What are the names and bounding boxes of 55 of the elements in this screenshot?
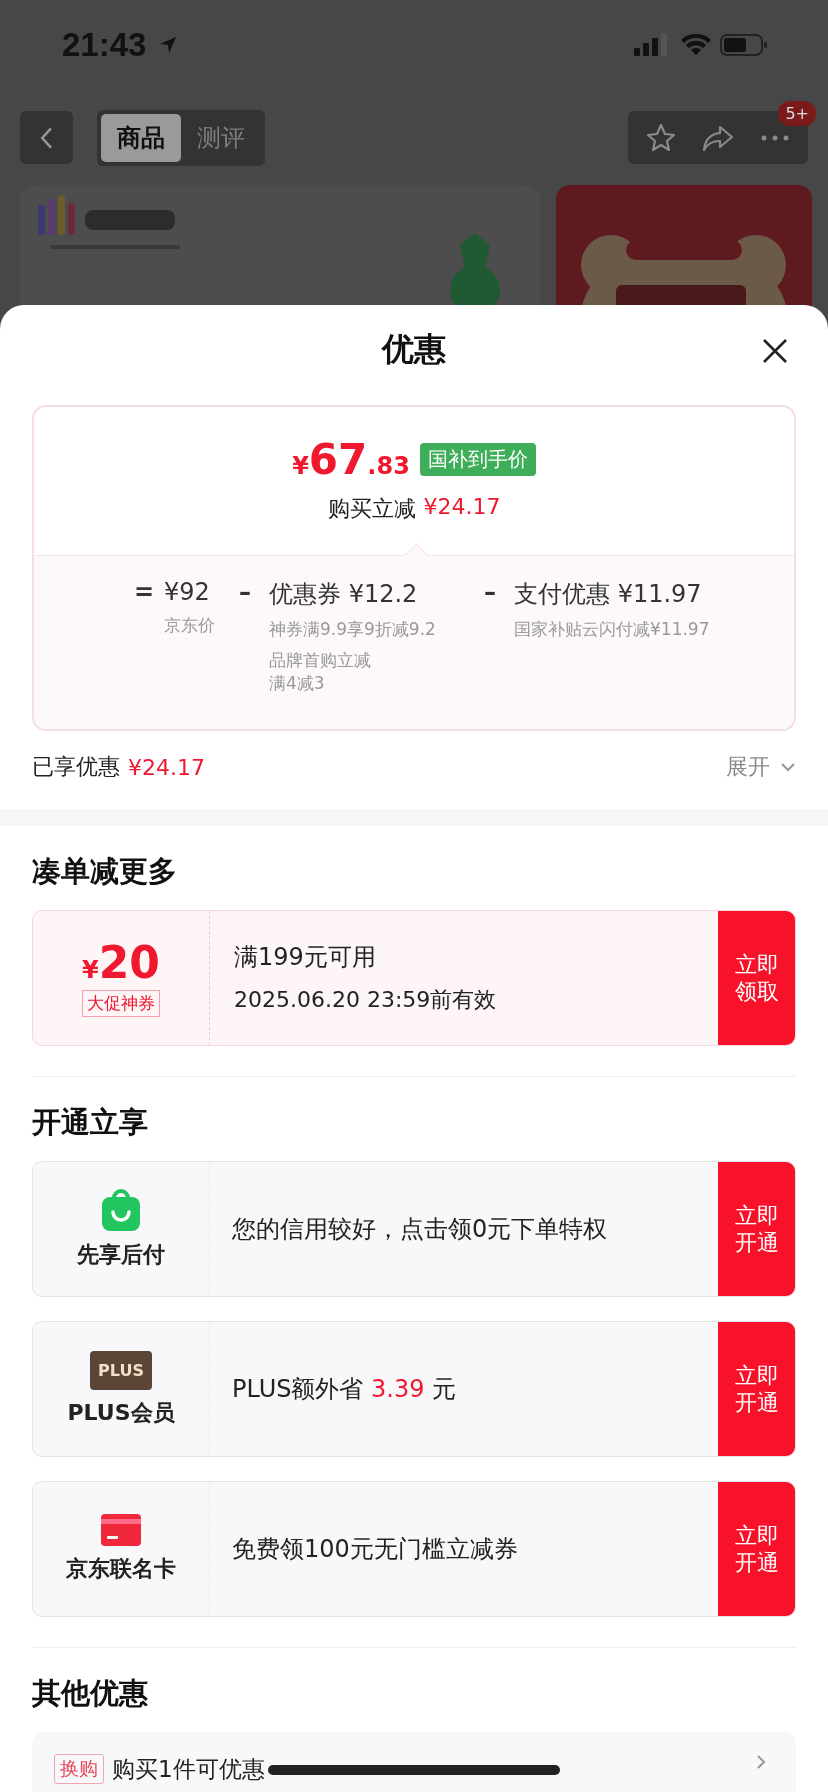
coupon-validity: 2025.06.20 23:59前有效 <box>234 986 498 1014</box>
offer-name: PLUS会员 <box>67 1398 175 1427</box>
offer-name: 京东联名卡 <box>66 1555 176 1583</box>
offer-text: 免费领100元无门槛立减券 <box>232 1534 518 1565</box>
offer-name: 先享后付 <box>77 1241 165 1269</box>
enjoyed-amount: ¥24.17 <box>128 754 205 780</box>
section-title: 开通立享 <box>31 1104 149 1141</box>
share-icon[interactable] <box>702 123 734 152</box>
notification-badge: 5+ <box>778 101 816 126</box>
saving-label: 购买立减 <box>327 495 416 523</box>
offer-description: 购买1件可优惠 <box>112 1755 265 1784</box>
tab[interactable]: 商品 <box>101 113 181 162</box>
final-price: ¥67.83 <box>292 435 410 484</box>
sheet-title: 优惠 <box>382 329 446 370</box>
plus-logo-icon: PLUS <box>90 1350 152 1390</box>
star-icon[interactable] <box>646 122 676 153</box>
saving-amount: ¥24.17 <box>423 494 501 521</box>
breakdown-value: 支付优惠 ¥11.97 <box>514 579 703 610</box>
other-offer-row[interactable]: 换购 购买1件可优惠 <box>32 1732 796 1792</box>
chevron-down-icon <box>780 762 796 772</box>
tab[interactable]: 测评 <box>181 113 261 162</box>
offer-text: 您的信用较好，点击领0元下单特权 <box>232 1214 608 1245</box>
coupon-condition: 满199元可用 <box>234 942 377 973</box>
activate-button[interactable]: 立即开通 <box>718 1322 795 1456</box>
subsidy-tag: 国补到手价 <box>419 443 536 476</box>
operator-sign: – <box>239 578 252 608</box>
offer-tag: 换购 <box>54 1754 104 1784</box>
activate-button[interactable]: 立即开通 <box>718 1162 795 1296</box>
section-title: 其他优惠 <box>31 1675 149 1712</box>
section-title: 凑单减更多 <box>31 853 178 890</box>
coupon-tag: 大促神券 <box>82 989 160 1017</box>
breakdown-value: 优惠券 ¥12.2 <box>269 579 419 610</box>
breakdown-note: 神券满9.9享9折减9.2 <box>269 618 436 641</box>
back-button[interactable] <box>20 111 73 164</box>
battery-icon <box>720 33 768 57</box>
back-icon <box>38 125 55 150</box>
expand-button[interactable]: 展开 <box>726 752 796 782</box>
wifi-icon <box>680 33 712 57</box>
more-icon[interactable] <box>760 133 790 142</box>
credit-card-icon <box>101 1514 141 1546</box>
breakdown-value: ¥92 <box>164 578 211 606</box>
operator-sign: = <box>134 578 152 608</box>
activate-button[interactable]: 立即开通 <box>718 1482 795 1616</box>
close-icon[interactable] <box>762 338 788 364</box>
shopping-bag-icon <box>101 1188 141 1232</box>
enjoyed-label: 已享优惠 <box>32 753 120 781</box>
operator-sign: – <box>484 578 497 608</box>
offer-text: PLUS额外省 3.39 元 <box>232 1374 457 1405</box>
claim-button[interactable]: 立即领取 <box>718 911 795 1045</box>
breakdown-note: 京东价 <box>164 614 215 637</box>
breakdown-note: 国家补贴云闪付减¥11.97 <box>514 618 710 641</box>
chevron-right-icon <box>756 1754 766 1770</box>
breakdown-note: 品牌首购立减 满4减3 <box>269 648 372 695</box>
location-arrow-icon <box>158 35 179 55</box>
coupon-amount: ¥20 <box>82 939 160 988</box>
